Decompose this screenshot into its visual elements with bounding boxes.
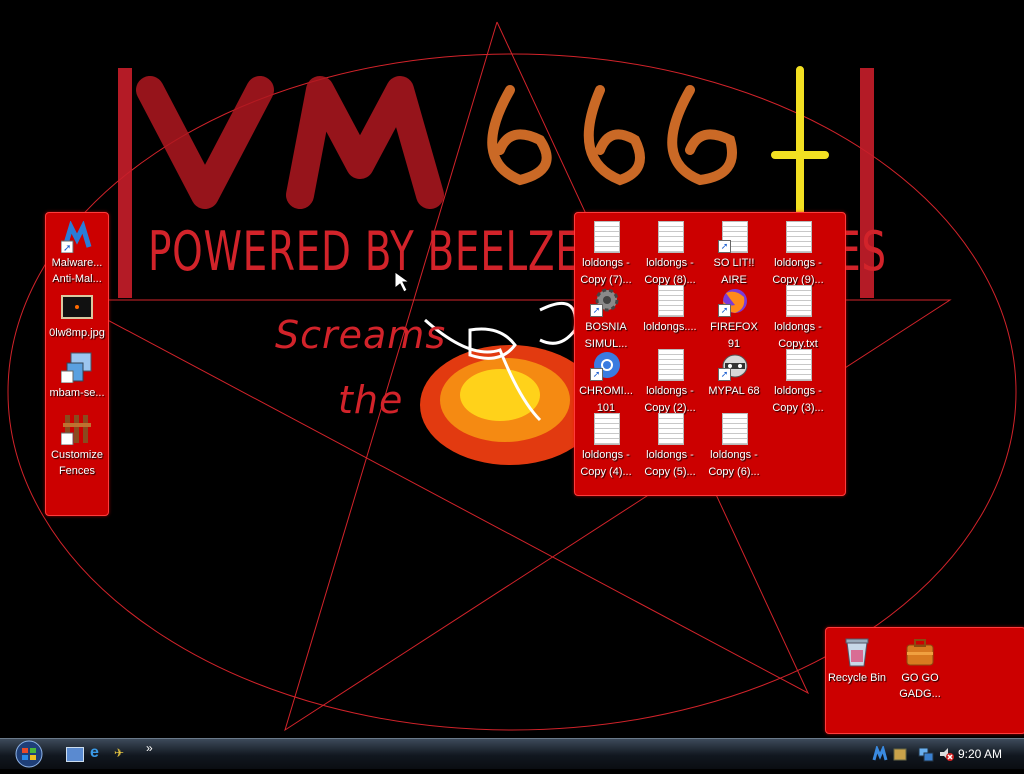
icon-label: CHROMI... 101 [579,385,633,414]
desktop-icon-firefox[interactable]: ➚ FIREFOX 91 [703,285,765,353]
text-file-icon [782,349,814,381]
desktop-icon-text-file[interactable]: loldongs - Copy (3)... [767,349,829,417]
desktop-icon-text-file[interactable]: loldongs - Copy.txt [767,285,829,353]
desktop-icon-text-file[interactable]: loldongs - Copy (5)... [639,413,701,481]
fence-right[interactable]: loldongs - Copy (7)... loldongs - Copy (8… [574,212,846,496]
fence-bottom[interactable]: Recycle Bin GO GO GADG... [825,627,1024,734]
icon-label: loldongs - Copy.txt [774,321,822,350]
quicklaunch-chevron[interactable]: » [146,741,153,755]
tray-malwarebytes-icon[interactable] [872,744,888,762]
wallpaper-screams-text: Screams [275,313,447,357]
taskbar-clock[interactable]: 9:20 AM [958,747,1002,761]
desktop-icon-text-file[interactable]: loldongs - Copy (8)... [639,221,701,289]
tray-volume-muted-icon[interactable] [938,746,954,762]
start-button[interactable] [8,739,50,769]
text-file-icon [654,221,686,253]
text-file-icon [718,413,750,445]
icon-label: loldongs - Copy (2)... [644,385,696,414]
desktop-icon-gadgets[interactable]: GO GO GADG... [889,636,951,702]
text-file-icon [654,413,686,445]
firefox-icon: ➚ [718,285,750,317]
briefcase-icon [904,636,936,668]
icon-label: SO LIT!! AIRE [713,257,755,286]
desktop-icon-recycle-bin[interactable]: Recycle Bin [826,636,888,686]
desktop-icon-installer[interactable]: mbam-se... [46,351,108,402]
recycle-bin-icon [841,636,873,668]
icon-label: loldongs - Copy (4)... [580,449,632,478]
icon-label: GO GO GADG... [899,672,941,700]
text-file-icon [654,349,686,381]
desktop-icon-text-file[interactable]: loldongs - Copy (7)... [575,221,637,289]
taskbar: e ✈ » 9:20 AM [0,738,1024,769]
icon-label: FIREFOX 91 [710,321,758,350]
desktop-icon-text-file[interactable]: loldongs - Copy (6)... [703,413,765,481]
tray-speaker-icon[interactable] [893,746,909,762]
mypal-icon: ➚ [718,349,750,381]
icon-label: Customize Fences [51,449,103,477]
text-file-icon [654,285,686,317]
quicklaunch-app-icon[interactable]: ✈ [114,746,130,760]
desktop-icon-mypal[interactable]: ➚ MYPAL 68 [703,349,765,417]
fences-icon [60,413,93,446]
desktop-icon-image-file[interactable]: 0lw8mp.jpg [46,291,108,342]
desktop-icon-malwarebytes[interactable]: ➚ Malware... Anti-Mal... [46,220,108,287]
icon-label: BOSNIA SIMUL... [584,321,628,350]
fence-left[interactable]: ➚ Malware... Anti-Mal... 0lw8mp.jpg mbam… [45,212,109,516]
desktop-icon-shortcut-file[interactable]: ➚ SO LIT!! AIRE [703,221,765,289]
icon-label: 0lw8mp.jpg [49,327,105,339]
shortcut-file-icon: ➚ [718,221,750,253]
internet-explorer-icon[interactable]: e [90,745,106,761]
icon-label: mbam-se... [49,387,105,399]
icon-label: loldongs - Copy (9)... [772,257,824,286]
icon-label: MYPAL 68 [708,385,760,397]
svg-text:➚: ➚ [63,243,71,253]
malwarebytes-icon: ➚ [60,220,93,254]
desktop-icon-chromium[interactable]: ➚ CHROMI... 101 [575,349,637,417]
wallpaper-the-text: the [338,378,404,422]
icon-label: Malware... Anti-Mal... [51,257,103,285]
desktop-icon-text-file[interactable]: loldongs - Copy (4)... [575,413,637,481]
text-file-icon [590,413,622,445]
text-file-icon [782,221,814,253]
icon-label: loldongs - Copy (8)... [644,257,696,286]
desktop-icon-text-file[interactable]: loldongs.... [639,285,701,353]
desktop-icon-customize-fences[interactable]: Customize Fences [46,413,108,479]
desktop-icon-gear[interactable]: ➚ BOSNIA SIMUL... [575,285,637,353]
icon-label: loldongs - Copy (6)... [708,449,760,478]
icon-label: Recycle Bin [827,672,887,684]
icon-label: loldongs - Copy (3)... [772,385,824,414]
text-file-icon [590,221,622,253]
show-desktop-icon[interactable] [66,747,84,762]
icon-label: loldongs.... [643,321,697,333]
desktop-icon-text-file[interactable]: loldongs - Copy (2)... [639,349,701,417]
icon-label: loldongs - Copy (5)... [644,449,696,478]
installer-icon [60,351,93,384]
gear-icon: ➚ [590,285,622,317]
chromium-icon: ➚ [590,349,622,381]
text-file-icon [782,285,814,317]
icon-label: loldongs - Copy (7)... [580,257,632,286]
image-file-icon [61,291,93,323]
desktop-icon-text-file[interactable]: loldongs - Copy (9)... [767,221,829,289]
tray-network-icon[interactable] [918,746,934,762]
